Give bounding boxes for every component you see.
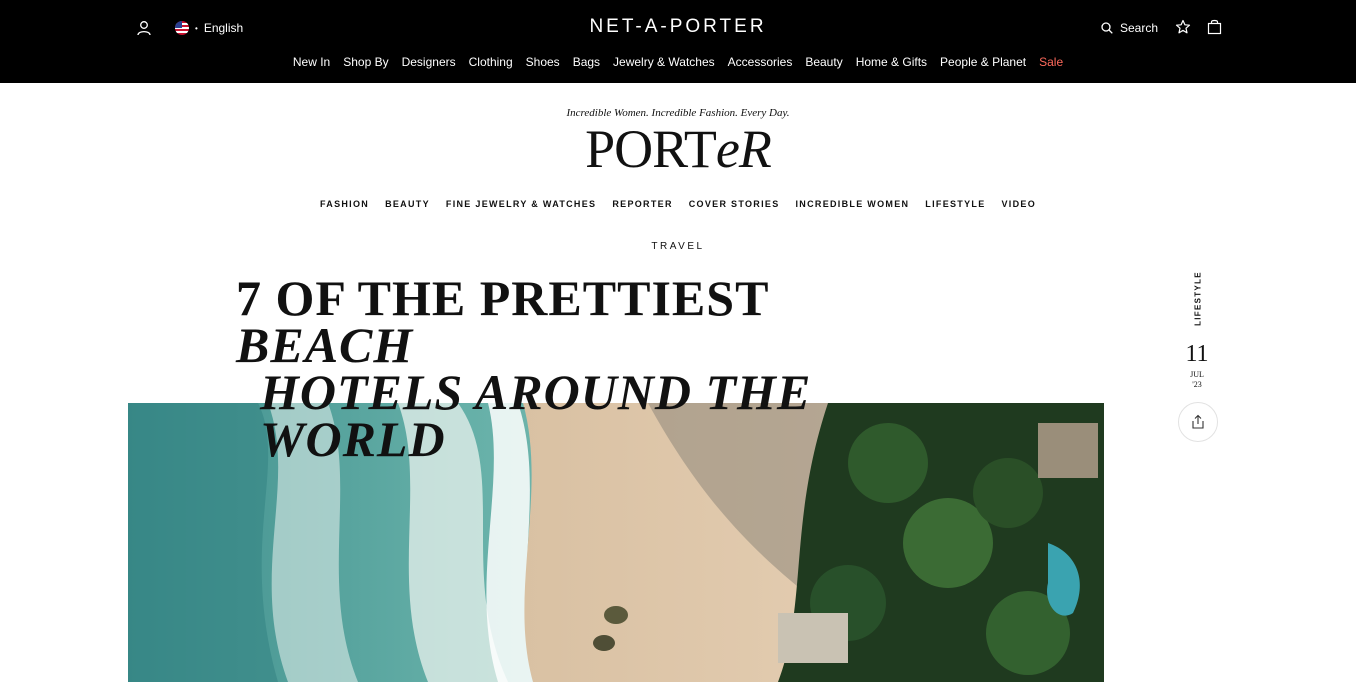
porter-nav-fashion[interactable]: FASHION [320,199,369,209]
porter-logo-italic: eR [715,119,772,179]
nav-sale[interactable]: Sale [1039,55,1063,69]
nav-new-in[interactable]: New In [293,55,330,69]
nav-shoes[interactable]: Shoes [526,55,560,69]
main-navigation: New In Shop By Designers Clothing Shoes … [0,55,1356,69]
porter-logo-roman: PORT [585,119,717,179]
title-line-3: WORLD [260,411,446,467]
porter-navigation: FASHION BEAUTY FINE JEWELRY & WATCHES RE… [0,199,1356,209]
nav-people-planet[interactable]: People & Planet [940,55,1026,69]
star-icon[interactable] [1175,19,1191,35]
search-icon [1101,22,1113,34]
nav-bags[interactable]: Bags [573,55,600,69]
nav-designers[interactable]: Designers [402,55,456,69]
title-line-1: 7 OF THE PRETTIEST BEACH [236,270,769,373]
title-line-2: HOTELS AROUND THE [260,364,812,420]
bag-icon[interactable] [1207,19,1222,35]
publish-day: 11 [1185,341,1209,367]
search-label: Search [1120,21,1159,35]
side-category-label: LIFESTYLE [1193,271,1203,326]
nav-shop-by[interactable]: Shop By [343,55,388,69]
article-category[interactable]: TRAVEL [0,241,1356,252]
porter-tagline: Incredible Women. Incredible Fashion. Ev… [566,107,790,119]
search-button[interactable]: Search [1101,21,1158,35]
porter-logo[interactable]: PORTeR [0,119,1356,179]
share-icon [1192,414,1204,429]
publish-month: JUL [1190,370,1204,379]
porter-nav-incredible-women[interactable]: INCREDIBLE WOMEN [796,199,910,209]
porter-nav-lifestyle[interactable]: LIFESTYLE [925,199,985,209]
nav-jewelry-watches[interactable]: Jewelry & Watches [613,55,715,69]
nav-home-gifts[interactable]: Home & Gifts [856,55,927,69]
porter-nav-beauty[interactable]: BEAUTY [385,199,430,209]
porter-nav-cover-stories[interactable]: COVER STORIES [689,199,780,209]
porter-nav-reporter[interactable]: REPORTER [612,199,672,209]
article-title: 7 OF THE PRETTIEST BEACH HOTELS AROUND T… [236,273,936,467]
nav-beauty[interactable]: Beauty [805,55,842,69]
side-category-tag[interactable]: LIFESTYLE [1189,271,1207,330]
porter-nav-video[interactable]: VIDEO [1002,199,1037,209]
nav-clothing[interactable]: Clothing [469,55,513,69]
publish-year: '23 [1192,380,1202,389]
site-header: • English NET-A-PORTER Search New In Sho… [0,0,1356,83]
nav-accessories[interactable]: Accessories [728,55,793,69]
share-button[interactable] [1178,402,1218,442]
porter-nav-fine-jewelry[interactable]: FINE JEWELRY & WATCHES [446,199,596,209]
